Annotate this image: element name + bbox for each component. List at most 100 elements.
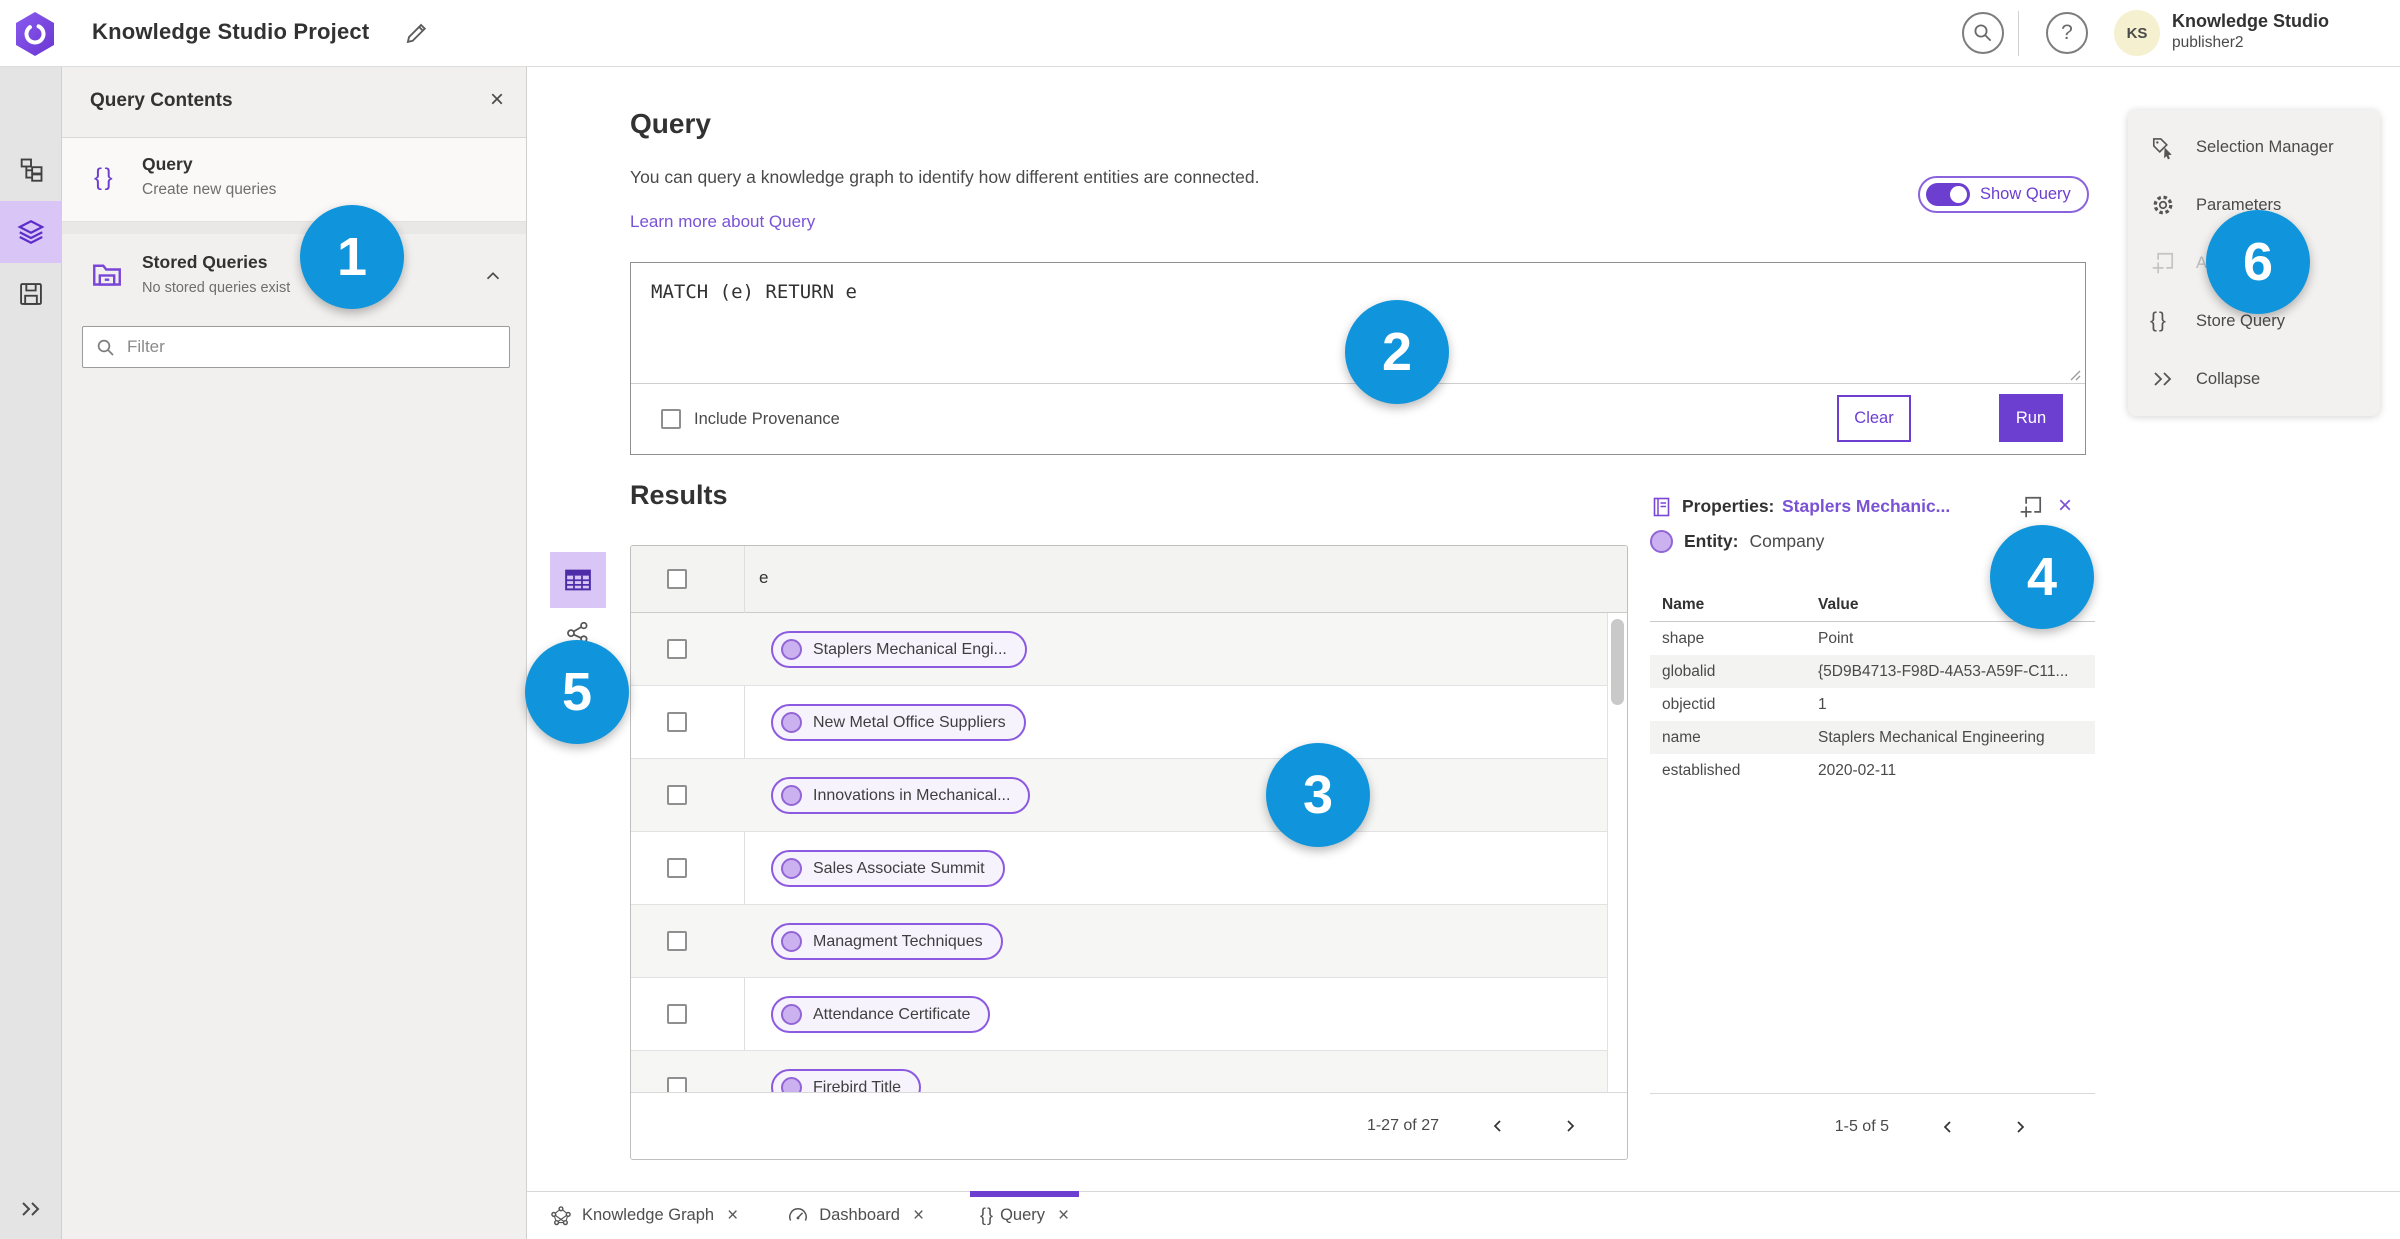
table-row: Firebird Title bbox=[631, 1051, 1627, 1094]
tab-query[interactable]: { } Query × bbox=[970, 1191, 1080, 1239]
row-checkbox[interactable] bbox=[667, 1004, 687, 1024]
close-tab-icon[interactable]: × bbox=[913, 1205, 924, 1227]
results-table-view-button[interactable] bbox=[550, 552, 606, 608]
topbar-divider bbox=[2018, 11, 2019, 56]
entity-pill[interactable]: New Metal Office Suppliers bbox=[771, 704, 1026, 741]
query-item[interactable]: { } Query Create new queries bbox=[62, 138, 526, 222]
show-query-label: Show Query bbox=[1980, 185, 2071, 203]
collapse-item[interactable]: Collapse bbox=[2128, 350, 2380, 408]
entity-dot-icon bbox=[781, 858, 802, 879]
query-editor-footer: Include Provenance Clear Run bbox=[631, 383, 2085, 454]
close-tab-icon[interactable]: × bbox=[727, 1205, 738, 1227]
table-row: Innovations in Mechanical... bbox=[631, 759, 1627, 832]
query-contents-header: Query Contents × bbox=[62, 67, 526, 138]
tab-knowledge-graph[interactable]: Knowledge Graph × bbox=[543, 1192, 744, 1239]
left-icon-rail bbox=[0, 67, 62, 1239]
close-panel-icon[interactable]: × bbox=[490, 88, 504, 112]
entity-label: Entity: bbox=[1684, 531, 1739, 551]
app-logo-icon[interactable] bbox=[14, 11, 56, 57]
save-icon bbox=[19, 283, 42, 305]
include-provenance-checkbox[interactable] bbox=[661, 409, 681, 429]
entity-type-row: Entity: Company bbox=[1650, 530, 1824, 553]
run-button[interactable]: Run bbox=[1999, 394, 2063, 442]
gear-icon bbox=[2153, 195, 2173, 215]
entity-pill[interactable]: Sales Associate Summit bbox=[771, 850, 1005, 887]
query-description: You can query a knowledge graph to ident… bbox=[630, 167, 1260, 187]
user-block[interactable]: Knowledge Studio publisher2 bbox=[2172, 10, 2329, 52]
row-checkbox[interactable] bbox=[667, 931, 687, 951]
table-row: Staplers Mechanical Engi... bbox=[631, 613, 1627, 686]
filter-input[interactable] bbox=[127, 328, 502, 366]
chevron-left-icon bbox=[1943, 1121, 1951, 1133]
stored-queries-section[interactable]: Stored Queries No stored queries exist bbox=[62, 234, 526, 322]
tab-dashboard[interactable]: Dashboard × bbox=[780, 1192, 930, 1239]
add-to-map-icon bbox=[2152, 252, 2174, 274]
property-row: established 2020-02-11 bbox=[1662, 761, 1897, 779]
results-pagination: 1-27 of 27 bbox=[631, 1092, 1627, 1159]
braces-icon: { } bbox=[94, 164, 113, 191]
data-model-icon bbox=[20, 158, 42, 182]
entity-pill[interactable]: Attendance Certificate bbox=[771, 996, 991, 1033]
knowledge-studio-app: Knowledge Studio Project ? KS Knowledge … bbox=[0, 0, 2400, 1239]
expand-rail-button[interactable] bbox=[0, 1189, 61, 1229]
entity-dot-icon bbox=[781, 639, 802, 660]
rail-item-layers[interactable] bbox=[0, 201, 61, 263]
callout-badge-4: 4 bbox=[1990, 525, 2094, 629]
knowledge-graph-icon bbox=[551, 1205, 571, 1225]
entity-dot-icon bbox=[781, 1004, 802, 1025]
user-name: Knowledge Studio bbox=[2172, 11, 2329, 31]
select-all-checkbox[interactable] bbox=[667, 569, 687, 589]
add-to-map-icon[interactable] bbox=[2018, 494, 2044, 520]
properties-label: Properties: bbox=[1682, 496, 1775, 516]
entity-pill[interactable]: Firebird Title bbox=[771, 1069, 922, 1094]
scrollbar-thumb[interactable] bbox=[1611, 619, 1624, 705]
table-row: Sales Associate Summit bbox=[631, 832, 1627, 905]
row-checkbox[interactable] bbox=[667, 639, 687, 659]
row-checkbox[interactable] bbox=[667, 858, 687, 878]
rail-item-data-model[interactable] bbox=[0, 139, 61, 201]
search-button[interactable] bbox=[1962, 12, 2004, 54]
resize-handle-icon[interactable] bbox=[2067, 367, 2081, 381]
chevron-right-icon bbox=[2017, 1121, 2025, 1133]
entity-type-dot-icon bbox=[1650, 530, 1673, 553]
filter-search-icon bbox=[97, 339, 114, 356]
properties-page-range: 1-5 of 5 bbox=[1834, 1118, 1889, 1135]
close-tab-icon[interactable]: × bbox=[1058, 1205, 1069, 1227]
callout-badge-6: 6 bbox=[2206, 210, 2310, 314]
search-icon bbox=[1974, 24, 1992, 42]
rail-item-save[interactable] bbox=[0, 263, 61, 325]
chevron-up-icon[interactable] bbox=[482, 266, 504, 286]
entity-pill[interactable]: Innovations in Mechanical... bbox=[771, 777, 1031, 814]
results-next-page-button[interactable] bbox=[1557, 1113, 1583, 1139]
query-contents-panel: Query Contents × { } Query Create new qu… bbox=[62, 67, 527, 1239]
entity-pill[interactable]: Staplers Mechanical Engi... bbox=[771, 631, 1027, 668]
results-scrollbar[interactable] bbox=[1607, 613, 1627, 1094]
help-button[interactable]: ? bbox=[2046, 12, 2088, 54]
results-page-range: 1-27 of 27 bbox=[1366, 1117, 1439, 1134]
properties-entity-link[interactable]: Staplers Mechanic... bbox=[1782, 496, 1950, 517]
row-checkbox[interactable] bbox=[667, 785, 687, 805]
entity-pill[interactable]: Managment Techniques bbox=[771, 923, 1003, 960]
chevron-right-icon bbox=[1567, 1120, 1575, 1132]
property-row: name Staplers Mechanical Engineering bbox=[1650, 721, 2095, 754]
edit-title-pencil-icon[interactable] bbox=[404, 20, 430, 46]
avatar[interactable]: KS bbox=[2114, 10, 2160, 56]
learn-more-link[interactable]: Learn more about Query bbox=[630, 212, 815, 232]
properties-prev-page-button[interactable] bbox=[1935, 1114, 1961, 1140]
section-gap bbox=[62, 222, 526, 234]
query-page-title: Query bbox=[630, 108, 711, 139]
project-title: Knowledge Studio Project bbox=[92, 19, 370, 44]
properties-next-page-button[interactable] bbox=[2007, 1114, 2033, 1140]
results-prev-page-button[interactable] bbox=[1485, 1113, 1511, 1139]
chevron-left-icon bbox=[1493, 1120, 1501, 1132]
selection-manager-item[interactable]: Selection Manager bbox=[2128, 118, 2380, 176]
column-header-e: e bbox=[759, 568, 769, 587]
query-contents-title: Query Contents bbox=[90, 90, 233, 111]
results-table-header: e bbox=[631, 546, 1627, 613]
row-checkbox[interactable] bbox=[667, 712, 687, 732]
show-query-toggle[interactable]: Show Query bbox=[1918, 176, 2089, 213]
table-row: Managment Techniques bbox=[631, 905, 1627, 978]
clear-button[interactable]: Clear bbox=[1837, 395, 1911, 442]
layers-icon bbox=[16, 220, 45, 244]
close-properties-icon[interactable]: × bbox=[2058, 494, 2072, 518]
